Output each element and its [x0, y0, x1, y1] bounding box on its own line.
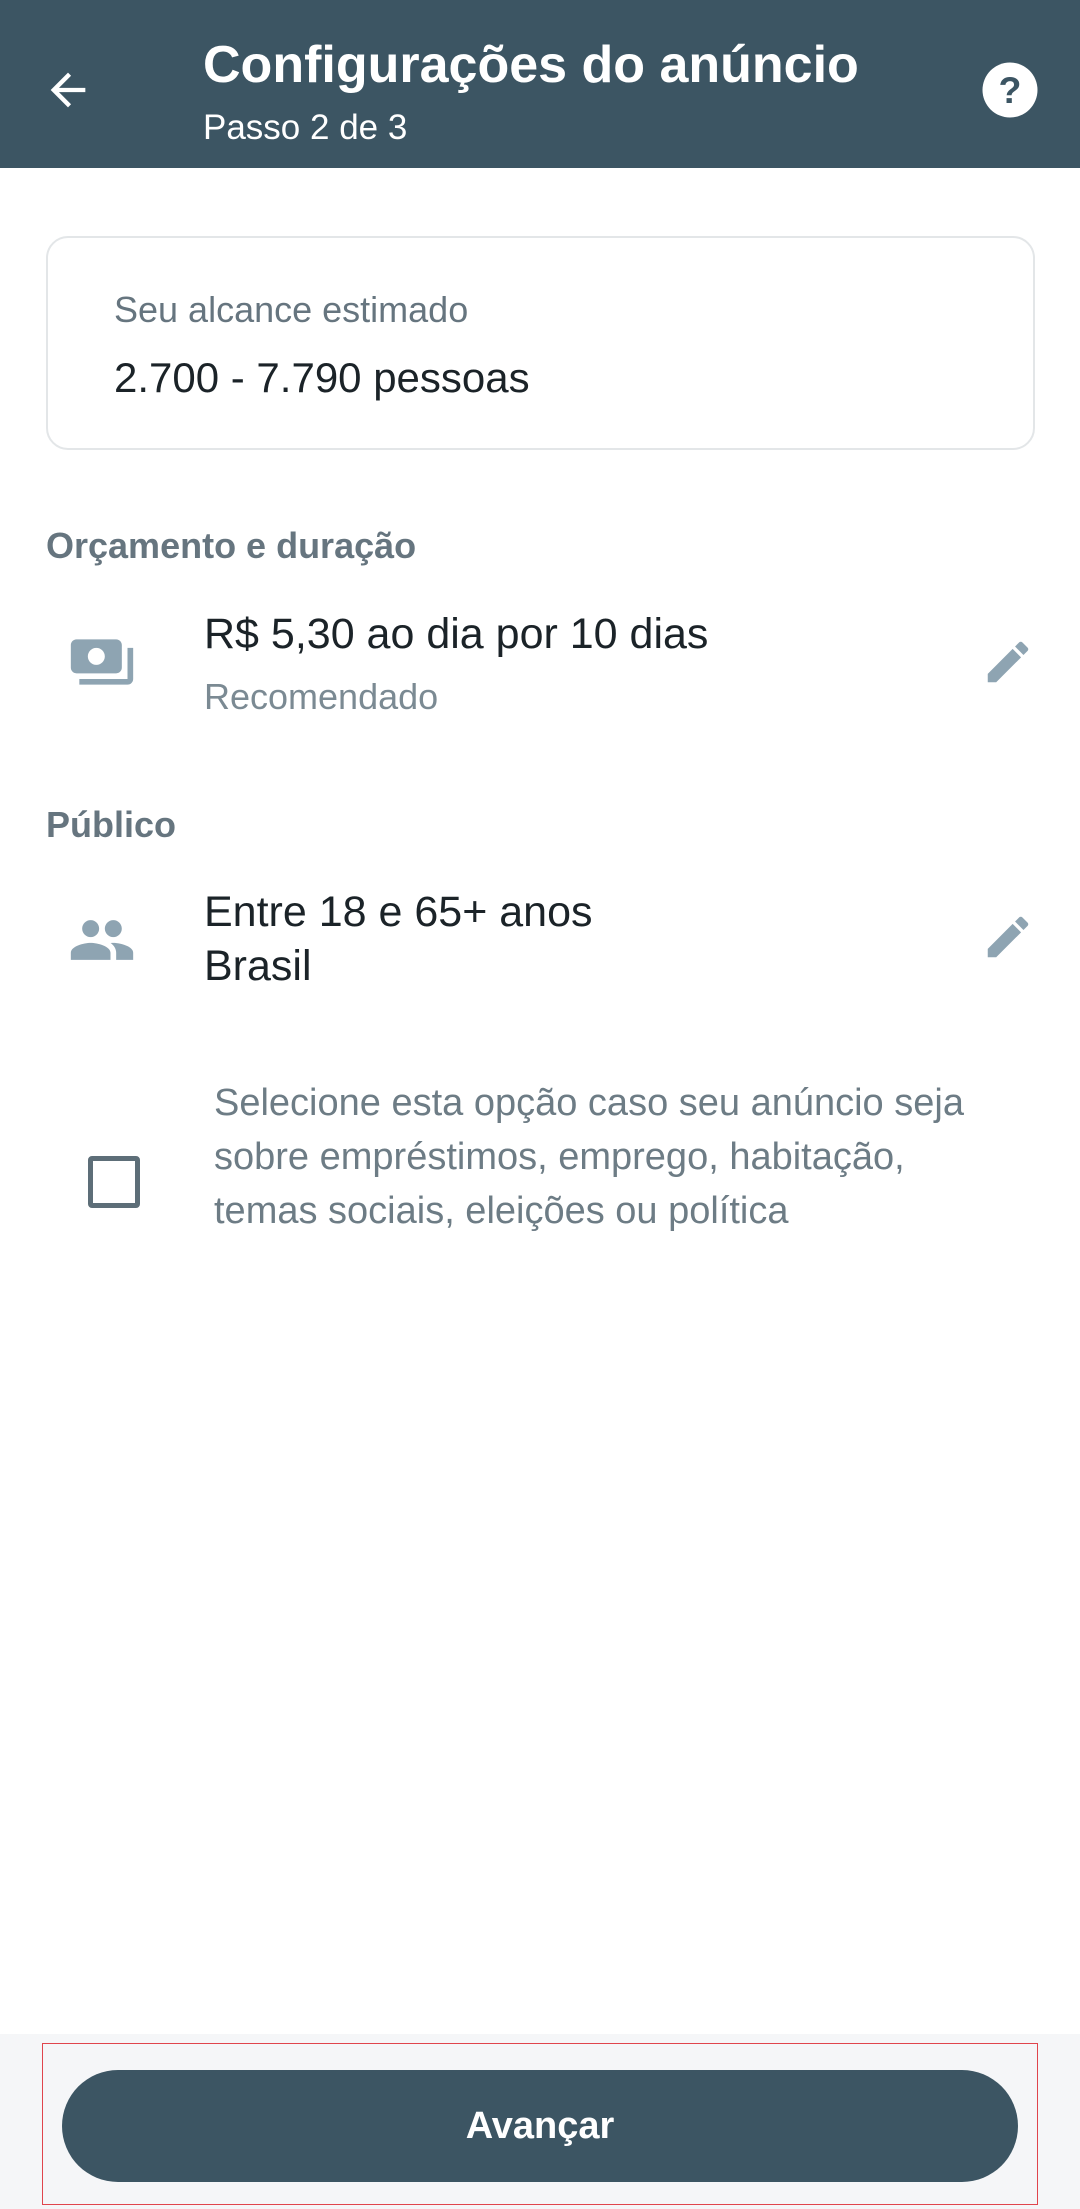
estimated-reach-value: 2.700 - 7.790 pessoas — [114, 354, 530, 401]
budget-recommended-label: Recomendado — [204, 676, 439, 717]
estimated-reach-card: Seu alcance estimado 2.700 - 7.790 pesso… — [46, 236, 1035, 450]
pencil-icon — [987, 641, 1029, 683]
special-ad-category-label: Selecione esta opção caso seu anúncio se… — [214, 1082, 964, 1232]
estimated-reach-label: Seu alcance estimado — [114, 289, 469, 330]
help-button[interactable]: ? — [972, 52, 1048, 128]
audience-location: Brasil — [204, 942, 312, 990]
money-icon — [62, 622, 142, 702]
svg-text:?: ? — [999, 69, 1022, 111]
edit-budget-button[interactable] — [966, 620, 1050, 704]
pencil-icon — [987, 916, 1029, 958]
app-bar: Configurações do anúncio Passo 2 de 3 ? — [0, 0, 1080, 168]
ad-settings-screen: Configurações do anúncio Passo 2 de 3 ? … — [0, 0, 1080, 2209]
budget-section-header: Orçamento e duração — [46, 525, 417, 566]
next-button[interactable]: Avançar — [62, 2070, 1018, 2182]
page-subtitle: Passo 2 de 3 — [203, 108, 408, 147]
audience-section-header: Público — [46, 804, 177, 845]
page-title: Configurações do anúncio — [203, 36, 859, 94]
budget-summary: R$ 5,30 ao dia por 10 dias — [204, 610, 709, 658]
audience-age-range: Entre 18 e 65+ anos — [204, 888, 593, 936]
edit-audience-button[interactable] — [966, 895, 1050, 979]
arrow-left-icon — [50, 72, 86, 108]
help-circle-icon: ? — [982, 62, 1038, 118]
special-ad-category-checkbox[interactable] — [88, 1156, 140, 1208]
back-button[interactable] — [22, 44, 114, 136]
people-icon — [62, 900, 142, 980]
